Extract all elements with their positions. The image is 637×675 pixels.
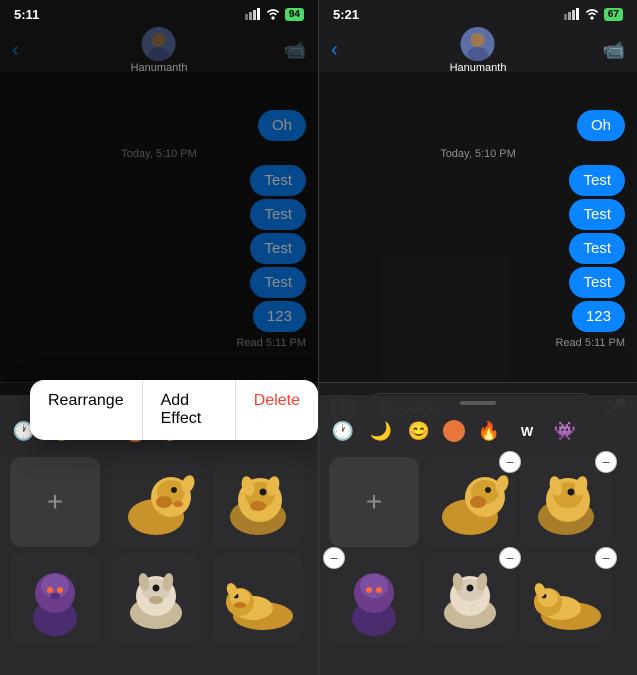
back-button-right[interactable]: ‹ — [331, 39, 338, 62]
status-time-right: 5:21 — [333, 7, 359, 22]
purple-char-r — [334, 558, 414, 638]
remove-badge-4[interactable]: − — [499, 547, 521, 569]
chat-area-right: Oh Today, 5:10 PM Test Test Test Test 12… — [319, 72, 637, 382]
add-sticker-button-left[interactable]: + — [10, 457, 100, 547]
sticker-panel-right: 🕐 🌙 😊 🔥 W 👾 + − — [319, 395, 637, 675]
clock-icon-right[interactable]: 🕐 — [329, 417, 357, 445]
moon-icon-right[interactable]: 🌙 — [367, 417, 395, 445]
delete-button[interactable]: Delete — [236, 380, 318, 440]
remove-badge-1[interactable]: − — [499, 451, 521, 473]
sticker-lying-dog-right-wrapper: − — [521, 553, 611, 643]
white-dog-svg — [116, 558, 196, 638]
wiki-icon-right[interactable]: W — [513, 417, 541, 445]
add-sticker-button-right[interactable]: + — [329, 457, 419, 547]
remove-badge-5[interactable]: − — [595, 547, 617, 569]
avatar-right — [461, 27, 495, 61]
golden-dog-svg-1 — [116, 462, 196, 542]
nav-center-right[interactable]: Hanumanth — [450, 27, 507, 74]
left-panel: 5:11 94 ‹ — [0, 0, 318, 675]
white-dog-r — [430, 558, 510, 638]
golden-dog-r2 — [526, 462, 606, 542]
msg-test3-right: Test — [569, 233, 625, 264]
wifi-icon — [265, 8, 281, 20]
right-panel: 5:21 67 ‹ — [319, 0, 637, 675]
msg-oh-right: Oh — [577, 110, 625, 141]
sticker-white-dog-right[interactable] — [425, 553, 515, 643]
timestamp-right: Today, 5:10 PM — [331, 148, 625, 160]
wifi-icon-right — [584, 8, 600, 20]
sticker-golden-dog-2-right[interactable] — [521, 457, 611, 547]
status-icons-right: 67 — [564, 8, 623, 21]
sticker-golden-dog-1-left[interactable] — [111, 457, 201, 547]
lying-dog-r — [526, 558, 606, 638]
remove-badge-3[interactable]: − — [323, 547, 345, 569]
video-call-button-right[interactable]: 📹 — [603, 40, 625, 61]
sticker-icons-row-right: 🕐 🌙 😊 🔥 W 👾 — [319, 409, 637, 453]
sticker-handle-right — [460, 401, 496, 405]
sticker-purple-right-wrapper: − — [329, 553, 419, 643]
context-menu: Rearrange Add Effect Delete — [30, 380, 318, 440]
sticker-purple-char-left[interactable] — [10, 553, 100, 643]
sticker-golden-dog-2-right-wrapper: − — [521, 457, 611, 547]
sticker-lying-dog-right[interactable] — [521, 553, 611, 643]
add-effect-button[interactable]: Add Effect — [143, 380, 236, 440]
remove-badge-2[interactable]: − — [595, 451, 617, 473]
sticker-white-dog-left[interactable] — [111, 553, 201, 643]
reddit-icon-right[interactable]: 👾 — [551, 417, 579, 445]
sticker-row-2: − − — [329, 553, 627, 643]
msg-123-right: 123 — [572, 301, 625, 332]
status-time-left: 5:11 — [14, 7, 39, 22]
msg-test2-right: Test — [569, 199, 625, 230]
plus-icon-right: + — [366, 486, 382, 518]
status-bar-right: 5:21 67 — [319, 0, 637, 28]
contact-name-right: Hanumanth — [450, 62, 507, 74]
battery-icon-right: 67 — [604, 8, 623, 21]
sticker-lying-dog-left[interactable] — [213, 553, 303, 643]
sticker-golden-dog-1-right-wrapper: − — [425, 457, 515, 547]
emoji-icon-right[interactable]: 😊 — [405, 417, 433, 445]
lying-dog-svg — [218, 558, 298, 638]
sticker-golden-dog-1-right[interactable] — [425, 457, 515, 547]
sticker-golden-dog-2-left[interactable] — [213, 457, 303, 547]
fire-icon-right[interactable]: 🔥 — [475, 417, 503, 445]
rearrange-button[interactable]: Rearrange — [30, 380, 143, 440]
status-icons-left: 94 — [245, 8, 304, 21]
msg-read-right: Read 5:11 PM — [555, 337, 625, 349]
battery-icon: 94 — [285, 8, 304, 21]
sticker-row-1: + − — [329, 457, 627, 547]
sticker-purple-right[interactable] — [329, 553, 419, 643]
sticker-rearrange-grid: + − — [319, 453, 637, 647]
purple-char-svg — [15, 558, 95, 638]
signal-icon — [245, 8, 261, 20]
plus-icon-left: + — [47, 486, 63, 518]
sticker-grid-left: + — [0, 453, 318, 647]
golden-dog-svg-2 — [218, 462, 298, 542]
orange-dot-right[interactable] — [443, 420, 465, 442]
golden-dog-r1 — [430, 462, 510, 542]
msg-test1-right: Test — [569, 165, 625, 196]
msg-test4-right: Test — [569, 267, 625, 298]
signal-icon-right — [564, 8, 580, 20]
nav-bar-right: ‹ Hanumanth 📹 — [319, 28, 637, 72]
status-bar-left: 5:11 94 — [0, 0, 318, 28]
sticker-white-dog-right-wrapper: − — [425, 553, 515, 643]
